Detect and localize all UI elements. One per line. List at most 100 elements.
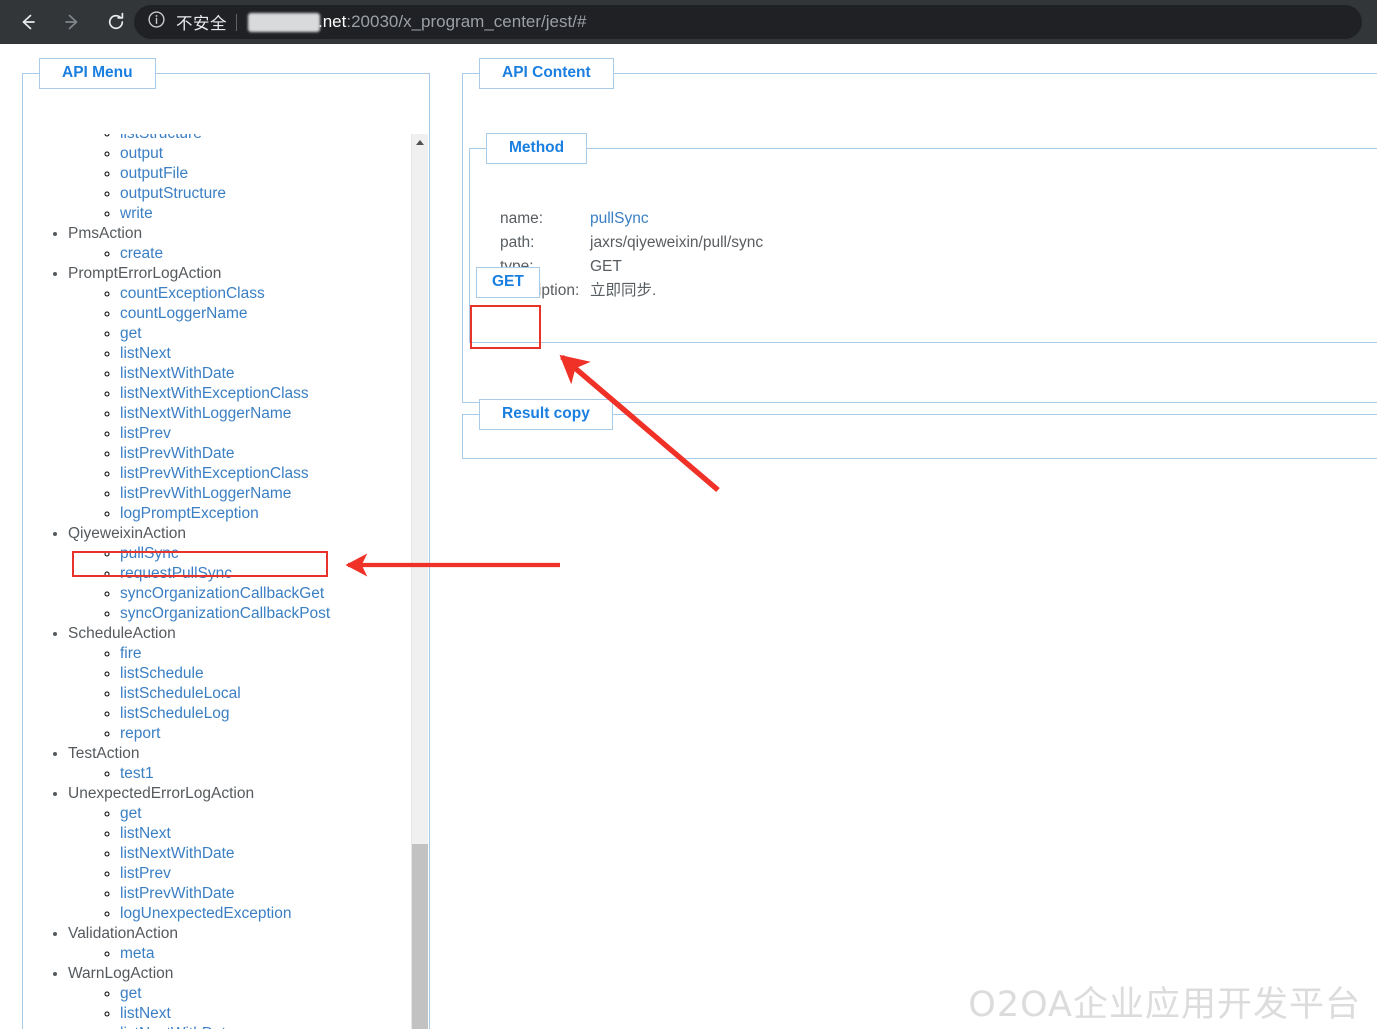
method-detail-list: name: pullSync path: jaxrs/qiyeweixin/pull/… [500,207,1360,303]
api-menu-item[interactable]: listNextWithDate [120,844,409,864]
api-menu-item[interactable]: syncOrganizationCallbackGet [120,584,409,604]
api-menu-item[interactable]: listNextWithExceptionClass [120,384,409,404]
api-menu-item[interactable]: report [120,724,409,744]
api-menu-item-link[interactable]: syncOrganizationCallbackPost [120,605,330,622]
api-menu-item[interactable]: listNext [120,344,409,364]
api-menu-item[interactable]: get [120,804,409,824]
reload-button[interactable] [98,4,134,40]
api-menu-item[interactable]: output [120,144,409,164]
api-menu-item[interactable]: countLoggerName [120,304,409,324]
api-menu-item[interactable]: meta [120,944,409,964]
api-menu-item-link[interactable]: outputFile [120,165,188,182]
info-circle-icon[interactable] [147,10,166,34]
api-menu-item[interactable]: test1 [120,764,409,784]
api-menu-item[interactable]: listNext [120,1004,409,1024]
api-menu-item-link[interactable]: outputStructure [120,185,226,202]
api-menu-item[interactable]: listPrevWithDate [120,444,409,464]
forward-button[interactable] [54,4,90,40]
api-menu-item[interactable]: fire [120,644,409,664]
api-menu-item-link[interactable]: fire [120,645,142,662]
api-menu-item-link[interactable]: listPrev [120,425,171,442]
api-menu-subgroup: test1 [68,764,409,784]
api-menu-item[interactable]: listNextWithDate [120,1024,409,1029]
api-content-panel: API Content Method name: pullSync path: jax… [462,58,1377,403]
api-menu-item-link[interactable]: get [120,805,142,822]
api-menu-subgroup: countExceptionClass countLoggerName get lis… [68,284,409,524]
url-host: .net [318,12,347,31]
api-menu-item-link[interactable]: logPromptException [120,505,259,522]
api-menu-item[interactable]: listNextWithDate [120,364,409,384]
scrollbar-up-arrow-icon[interactable] [412,134,428,151]
api-menu-scroll-area: listStructure output outputFile outputStruc… [23,134,429,1029]
api-menu-item-link[interactable]: listPrevWithDate [120,885,235,902]
address-bar[interactable]: 不安全 .net:20030/x_program_center/jest/# [134,5,1362,39]
api-menu-item-link[interactable]: get [120,325,142,342]
api-menu-group: PmsAction [68,224,409,244]
api-menu-item-link[interactable]: listNextWithDate [120,845,235,862]
api-menu-panel: API Menu listStructure output outputFile ou… [22,58,430,1029]
api-menu-item-link[interactable]: get [120,985,142,1002]
api-menu-item[interactable]: listSchedule [120,664,409,684]
api-menu-item-link[interactable]: requestPullSync [120,565,232,582]
api-menu-item-link[interactable]: listNextWithDate [120,1025,235,1029]
api-menu-item[interactable]: listPrev [120,864,409,884]
method-detail-value: jaxrs/qiyeweixin/pull/sync [590,234,764,251]
api-menu-item-link[interactable]: countExceptionClass [120,285,265,302]
get-submit-button[interactable]: GET [476,267,540,298]
api-menu-item[interactable]: get [120,984,409,1004]
api-menu-item-link[interactable]: logUnexpectedException [120,905,291,922]
api-menu-item-link[interactable]: create [120,245,163,262]
api-menu-item[interactable]: create [120,244,409,264]
api-menu-item[interactable]: listPrev [120,424,409,444]
api-menu-item[interactable]: logPromptException [120,504,409,524]
api-menu-item[interactable]: listScheduleLocal [120,684,409,704]
api-menu-item-link[interactable]: listPrevWithLoggerName [120,485,291,502]
api-menu-item[interactable]: outputStructure [120,184,409,204]
api-menu-item-link[interactable]: syncOrganizationCallbackGet [120,585,324,602]
api-menu-item-link[interactable]: report [120,725,161,742]
api-menu-item[interactable]: listNext [120,824,409,844]
api-menu-item[interactable]: countExceptionClass [120,284,409,304]
api-menu-scrollbar[interactable] [411,134,428,1029]
api-menu-item-list: create [68,244,409,264]
api-menu-item-link[interactable]: listPrev [120,865,171,882]
api-menu-item[interactable]: syncOrganizationCallbackPost [120,604,409,624]
api-menu-item-link[interactable]: listNext [120,825,171,842]
api-menu-item[interactable]: listPrevWithLoggerName [120,484,409,504]
back-button[interactable] [10,4,46,40]
api-menu-item-link[interactable]: listNext [120,345,171,362]
api-menu-item-link[interactable]: listScheduleLog [120,705,229,722]
api-menu-item-link[interactable]: listStructure [120,134,202,142]
scrollbar-thumb[interactable] [412,844,428,1029]
api-menu-item-link[interactable]: countLoggerName [120,305,248,322]
api-menu-item-link[interactable]: listNextWithLoggerName [120,405,291,422]
api-menu-item[interactable]: listStructure [120,134,409,144]
api-menu-group: WarnLogAction [68,964,409,984]
api-menu-item-list: countExceptionClass countLoggerName get lis… [68,284,409,524]
api-menu-item-link[interactable]: output [120,145,163,162]
api-menu-group: ScheduleAction [68,624,409,644]
api-menu-item-link[interactable]: listNextWithExceptionClass [120,385,309,402]
api-menu-item-link[interactable]: listScheduleLocal [120,685,241,702]
api-menu-item[interactable]: outputFile [120,164,409,184]
api-menu-item-link[interactable]: listPrevWithExceptionClass [120,465,309,482]
api-menu-item[interactable]: listPrevWithExceptionClass [120,464,409,484]
method-detail-value[interactable]: pullSync [590,207,649,231]
api-menu-item[interactable]: get [120,324,409,344]
api-menu-item[interactable]: listPrevWithDate [120,884,409,904]
api-menu-item-link[interactable]: listPrevWithDate [120,445,235,462]
api-menu-item-link[interactable]: write [120,205,153,222]
api-menu-item-link[interactable]: listSchedule [120,665,204,682]
api-menu-item-link[interactable]: meta [120,945,154,962]
api-menu-item[interactable]: listScheduleLog [120,704,409,724]
api-menu-item-link[interactable]: test1 [120,765,154,782]
api-menu-item[interactable]: logUnexpectedException [120,904,409,924]
api-menu-item-link[interactable]: listNext [120,1005,171,1022]
api-menu-item[interactable]: pullSync [120,544,409,564]
api-menu-item[interactable]: listNextWithLoggerName [120,404,409,424]
api-menu-item[interactable]: write [120,204,409,224]
api-menu-item-link[interactable]: pullSync [120,545,179,562]
api-menu-item-link[interactable]: listNextWithDate [120,365,235,382]
method-detail-value: 立即同步. [590,282,657,299]
api-menu-item[interactable]: requestPullSync [120,564,409,584]
